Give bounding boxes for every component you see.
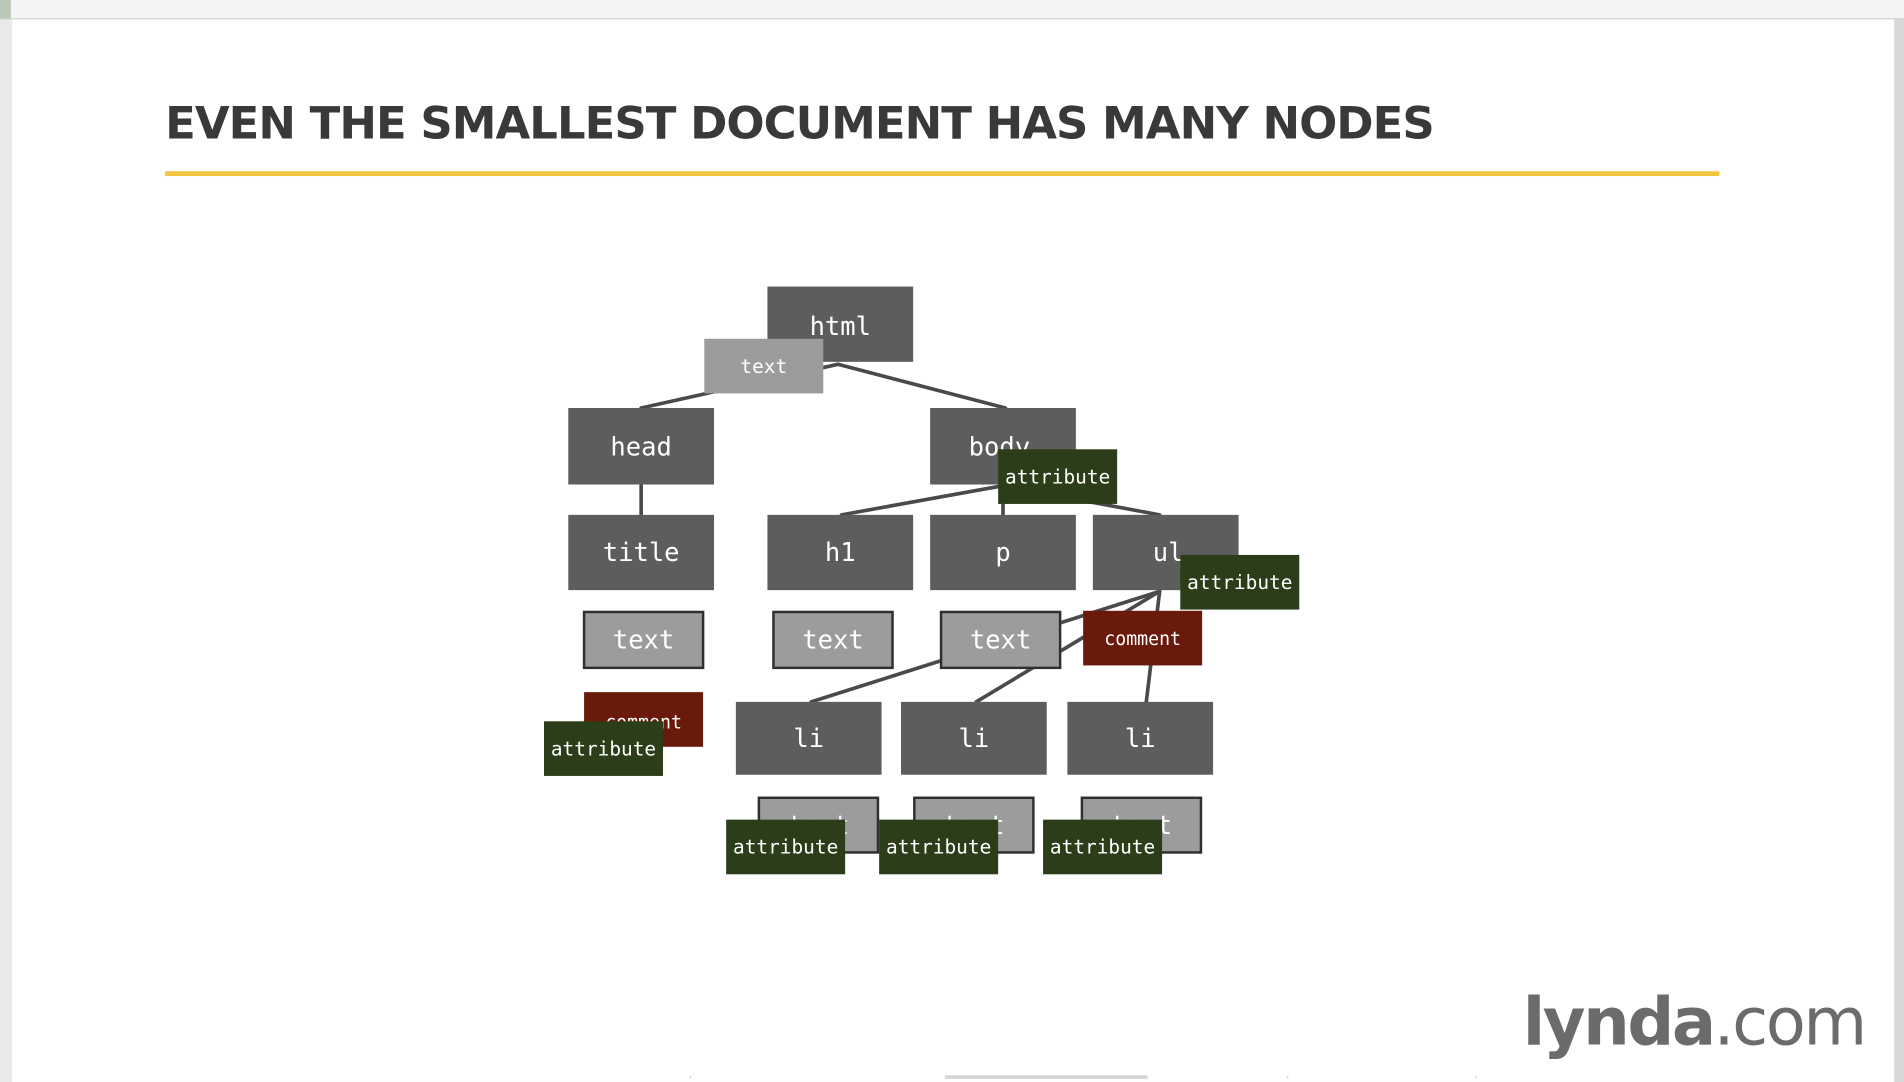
head-node: head bbox=[568, 408, 715, 485]
edge-body-h1 bbox=[839, 483, 1005, 517]
slide: EVEN THE SMALLEST DOCUMENT HAS MANY NODE… bbox=[0, 0, 1904, 1082]
body-attribute-node: attribute bbox=[998, 449, 1118, 504]
li-1-attribute-node: attribute bbox=[726, 819, 846, 875]
li-node-1: li bbox=[735, 701, 882, 775]
logo-brand: lynda bbox=[1522, 983, 1716, 1061]
li-node-3: li bbox=[1067, 701, 1214, 775]
li-3-attribute-node: attribute bbox=[1043, 819, 1163, 875]
slide-canvas: EVEN THE SMALLEST DOCUMENT HAS MANY NODE… bbox=[0, 0, 1904, 1082]
h1-text-node: text bbox=[772, 610, 894, 670]
logo-domain: .com bbox=[1713, 983, 1868, 1061]
edge-html-body bbox=[836, 362, 1008, 410]
left-attribute-node: attribute bbox=[544, 721, 664, 776]
html-text-node: text bbox=[704, 338, 824, 394]
ul-comment-node: comment bbox=[1083, 610, 1203, 666]
title-text-node: text bbox=[582, 610, 705, 670]
h1-node: h1 bbox=[767, 514, 914, 591]
li-2-attribute-node: attribute bbox=[879, 819, 999, 875]
ul-attribute-node: attribute bbox=[1180, 554, 1300, 610]
lynda-logo: lynda.com bbox=[1522, 983, 1868, 1061]
title-node: title bbox=[568, 514, 715, 591]
li-node-2: li bbox=[901, 701, 1047, 775]
bottom-strip bbox=[689, 1075, 1477, 1079]
p-node: p bbox=[930, 514, 1076, 591]
p-text-node: text bbox=[939, 610, 1062, 670]
